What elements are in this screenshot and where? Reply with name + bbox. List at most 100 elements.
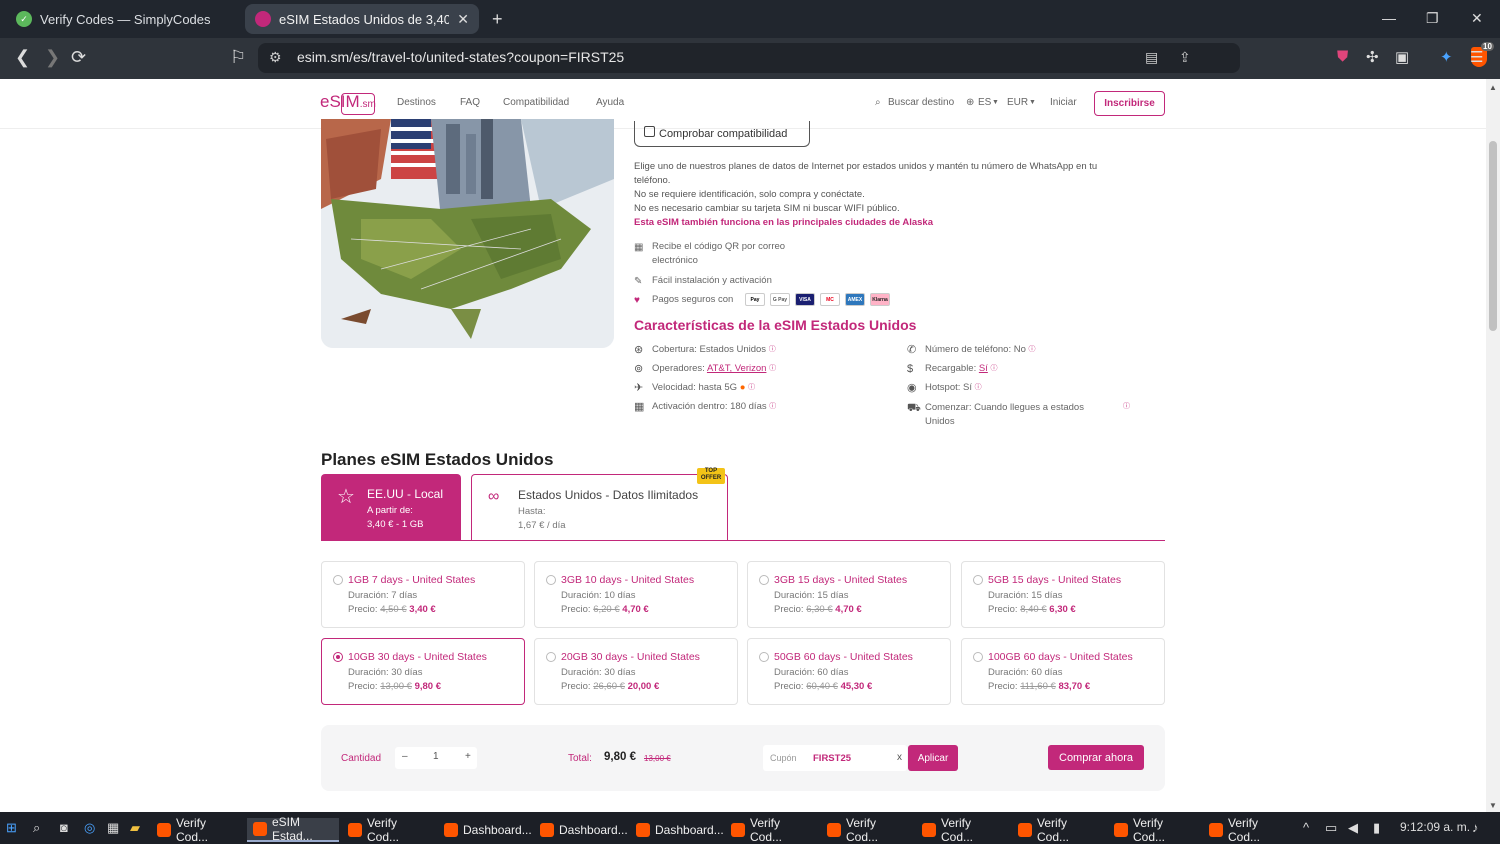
- taskbar-item[interactable]: Verify Cod...: [731, 816, 815, 844]
- plan-radio[interactable]: [759, 652, 769, 662]
- volume-icon[interactable]: ◀: [1348, 820, 1358, 836]
- plan-card[interactable]: 1GB 7 days - United States Duración: 7 dí…: [321, 561, 525, 628]
- reload-icon[interactable]: ⟳: [71, 47, 86, 68]
- language-select[interactable]: ES: [978, 97, 991, 108]
- qty-value[interactable]: 1: [433, 751, 439, 762]
- esim-logo[interactable]: eSIM.sm: [320, 92, 376, 116]
- share-icon[interactable]: ⇪: [1179, 49, 1191, 66]
- tab-local-plans[interactable]: ☆ EE.UU - Local A partir de: 3,40 € - 1 G…: [321, 474, 461, 540]
- taskbar-item[interactable]: Verify Cod...: [1018, 816, 1102, 844]
- back-icon[interactable]: ❮: [15, 47, 30, 68]
- page-scrollbar[interactable]: ▲ ▼: [1486, 79, 1500, 812]
- plan-radio[interactable]: [973, 575, 983, 585]
- qty-minus-button[interactable]: –: [402, 751, 408, 762]
- qty-plus-button[interactable]: +: [465, 751, 471, 762]
- plan-card[interactable]: 5GB 15 days - United States Duración: 15 …: [961, 561, 1165, 628]
- price-label: Precio:: [561, 604, 591, 615]
- recharge-link[interactable]: Sí: [979, 363, 988, 374]
- plan-radio[interactable]: [973, 652, 983, 662]
- folder-icon[interactable]: ▰: [130, 820, 140, 836]
- search-icon[interactable]: ⌕: [875, 97, 881, 108]
- plan-card[interactable]: 20GB 30 days - United States Duración: 30…: [534, 638, 738, 705]
- plan-card-selected[interactable]: 10GB 30 days - United States Duración: 30…: [321, 638, 525, 705]
- apply-coupon-button[interactable]: Aplicar: [908, 745, 958, 771]
- notification-icon[interactable]: ♪: [1472, 820, 1479, 835]
- buy-now-button[interactable]: Comprar ahora: [1048, 745, 1144, 770]
- plan-card[interactable]: 3GB 10 days - United States Duración: 10 …: [534, 561, 738, 628]
- currency-select[interactable]: EUR: [1007, 97, 1028, 108]
- tab-verify-codes[interactable]: ✓ Verify Codes — SimplyCodes: [6, 4, 238, 34]
- plan-card[interactable]: 50GB 60 days - United States Duración: 60…: [747, 638, 951, 705]
- nav-ayuda[interactable]: Ayuda: [596, 97, 624, 108]
- info-icon[interactable]: ⓘ: [975, 384, 982, 391]
- reader-mode-icon[interactable]: ▤: [1145, 49, 1158, 66]
- scroll-up-icon[interactable]: ▲: [1489, 83, 1497, 92]
- clock[interactable]: 9:12:09 a. m.: [1400, 820, 1470, 834]
- camera-icon[interactable]: ◙: [60, 820, 68, 835]
- forward-icon[interactable]: ❯: [45, 47, 60, 68]
- info-icon[interactable]: ⓘ: [1123, 401, 1130, 411]
- taskbar-item[interactable]: Dashboard...: [444, 818, 532, 842]
- scrollbar-thumb[interactable]: [1489, 141, 1497, 331]
- info-icon[interactable]: ⓘ: [769, 346, 776, 353]
- quantity-stepper[interactable]: – 1 +: [395, 747, 477, 769]
- plan-radio-checked[interactable]: [333, 652, 343, 662]
- browser-icon[interactable]: ◎: [84, 820, 95, 836]
- windows-start-icon[interactable]: ⊞: [6, 820, 17, 836]
- plan-radio[interactable]: [546, 652, 556, 662]
- nav-compatibilidad[interactable]: Compatibilidad: [503, 97, 569, 108]
- check-compatibility-button[interactable]: Comprobar compatibilidad: [634, 121, 810, 147]
- nav-faq[interactable]: FAQ: [460, 97, 480, 108]
- info-icon[interactable]: ⓘ: [991, 365, 998, 372]
- display-icon[interactable]: ▭: [1325, 820, 1337, 836]
- plan-card[interactable]: 100GB 60 days - United States Duración: 6…: [961, 638, 1165, 705]
- plan-radio[interactable]: [333, 575, 343, 585]
- plan-radio[interactable]: [546, 575, 556, 585]
- info-icon[interactable]: ⓘ: [748, 384, 755, 391]
- wallet-icon[interactable]: ▣: [1395, 48, 1409, 66]
- extension-k-icon[interactable]: ✦: [1440, 48, 1453, 66]
- plan-card[interactable]: 3GB 15 days - United States Duración: 15 …: [747, 561, 951, 628]
- login-link[interactable]: Iniciar: [1050, 97, 1077, 108]
- calculator-icon[interactable]: ▦: [107, 820, 119, 836]
- new-tab-icon[interactable]: +: [492, 9, 503, 30]
- battery-icon[interactable]: ▮: [1373, 820, 1380, 836]
- taskbar-item[interactable]: Dashboard...: [636, 818, 724, 842]
- search-icon[interactable]: ⌕: [33, 820, 40, 836]
- restore-icon[interactable]: ❐: [1426, 10, 1439, 27]
- operators-link[interactable]: AT&T, Verizon: [707, 363, 767, 374]
- close-tab-icon[interactable]: ✕: [457, 11, 469, 28]
- menu-icon[interactable]: ☰: [1470, 48, 1483, 66]
- coupon-input[interactable]: FIRST25: [813, 753, 851, 764]
- vpn-icon[interactable]: ⛊: [1337, 48, 1348, 65]
- taskbar-item[interactable]: Verify Cod...: [1209, 816, 1293, 844]
- taskbar-item[interactable]: Verify Cod...: [157, 816, 241, 844]
- chevron-up-icon[interactable]: ^: [1303, 820, 1309, 835]
- taskbar-item[interactable]: Verify Cod...: [348, 816, 432, 844]
- minimize-icon[interactable]: —: [1382, 10, 1396, 26]
- extensions-icon[interactable]: ✣: [1366, 48, 1379, 66]
- nav-destinos[interactable]: Destinos: [397, 97, 436, 108]
- info-icon[interactable]: ⓘ: [769, 403, 776, 410]
- coupon-field[interactable]: Cupón FIRST25 x: [763, 745, 907, 771]
- taskbar-item[interactable]: Verify Cod...: [922, 816, 1006, 844]
- taskbar-item-active[interactable]: eSIM Estad...: [247, 815, 339, 843]
- plan-radio[interactable]: [759, 575, 769, 585]
- tab-esim[interactable]: eSIM Estados Unidos de 3,40 EU ✕: [245, 4, 479, 34]
- clear-coupon-button[interactable]: x: [897, 752, 902, 763]
- url-field[interactable]: ⚙ esim.sm/es/travel-to/united-states?cou…: [258, 42, 1494, 73]
- close-window-icon[interactable]: ✕: [1471, 10, 1483, 27]
- search-destination[interactable]: Buscar destino: [888, 97, 954, 108]
- taskbar-item[interactable]: Verify Cod...: [1114, 816, 1198, 844]
- signup-button[interactable]: Inscribirse: [1094, 91, 1165, 116]
- quantity-label: Cantidad: [341, 753, 382, 764]
- taskbar-item[interactable]: Dashboard...: [540, 818, 628, 842]
- tab-unlimited-plans[interactable]: ∞ Estados Unidos - Datos Ilimitados Hast…: [471, 474, 728, 540]
- site-info-icon[interactable]: ⚙: [269, 49, 282, 66]
- info-icon[interactable]: ⓘ: [1029, 346, 1036, 353]
- qr-code-icon: ▦: [634, 242, 644, 253]
- scroll-down-icon[interactable]: ▼: [1489, 801, 1497, 810]
- taskbar-item[interactable]: Verify Cod...: [827, 816, 911, 844]
- info-icon[interactable]: ⓘ: [769, 365, 776, 372]
- bookmark-icon[interactable]: ⚐: [230, 47, 246, 68]
